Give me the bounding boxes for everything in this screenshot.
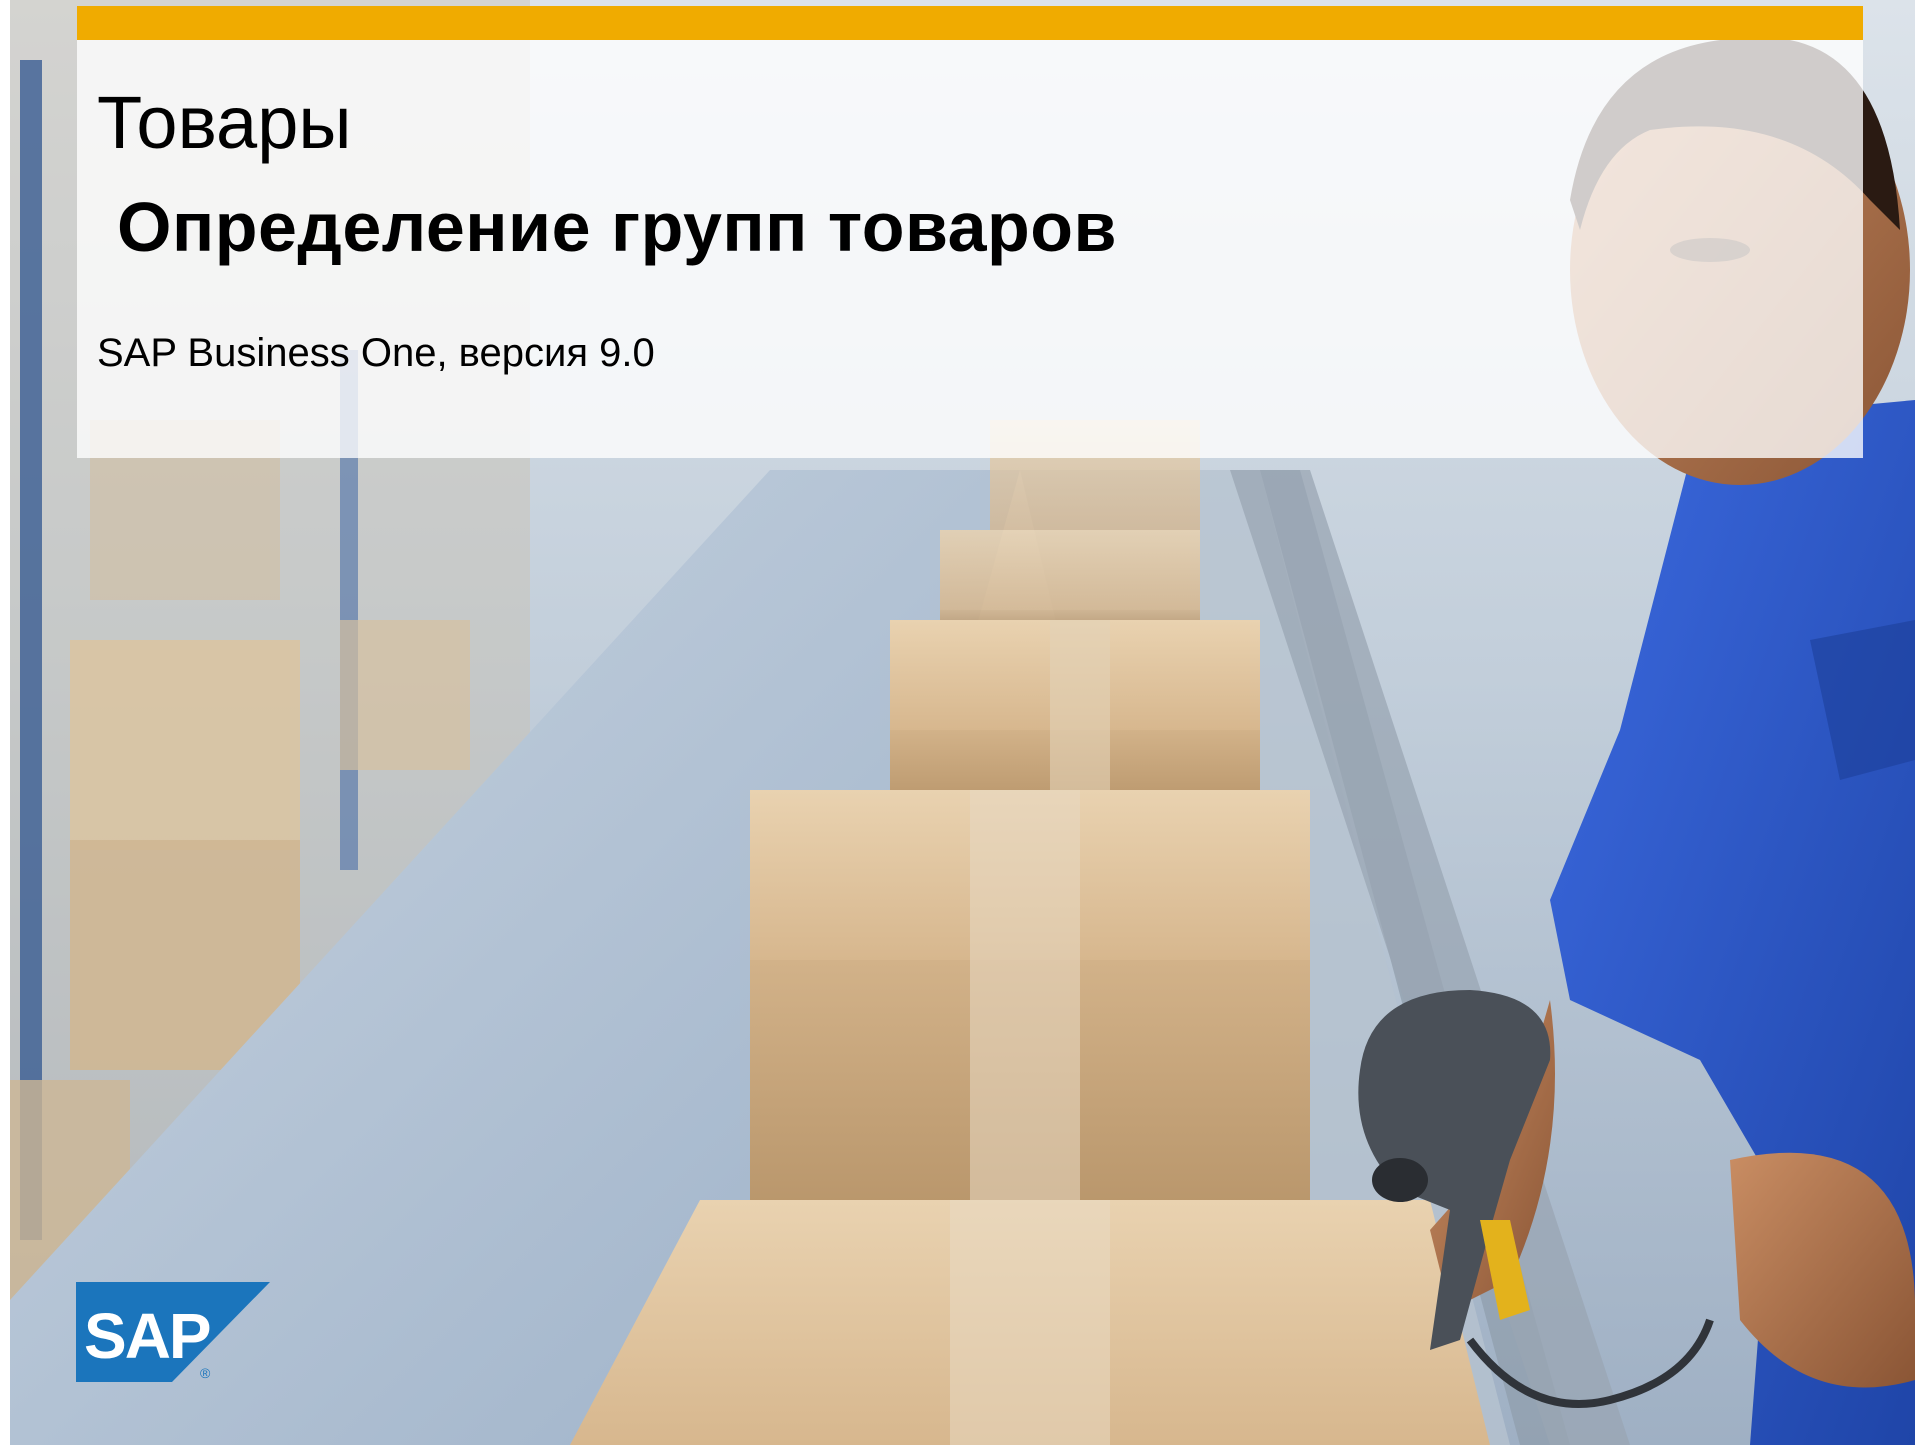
- title-slide: Товары Определение групп товаров SAP Bus…: [10, 0, 1915, 1445]
- product-version: SAP Business One, версия 9.0: [97, 331, 655, 375]
- svg-text:SAP: SAP: [84, 1300, 210, 1372]
- svg-text:®: ®: [200, 1365, 211, 1381]
- header-panel: Товары Определение групп товаров SAP Bus…: [77, 6, 1863, 458]
- slide-subtitle: Определение групп товаров: [117, 188, 1118, 266]
- sap-logo-icon: SAP ®: [76, 1282, 270, 1382]
- accent-bar: [77, 6, 1863, 40]
- slide-title: Товары: [97, 81, 352, 164]
